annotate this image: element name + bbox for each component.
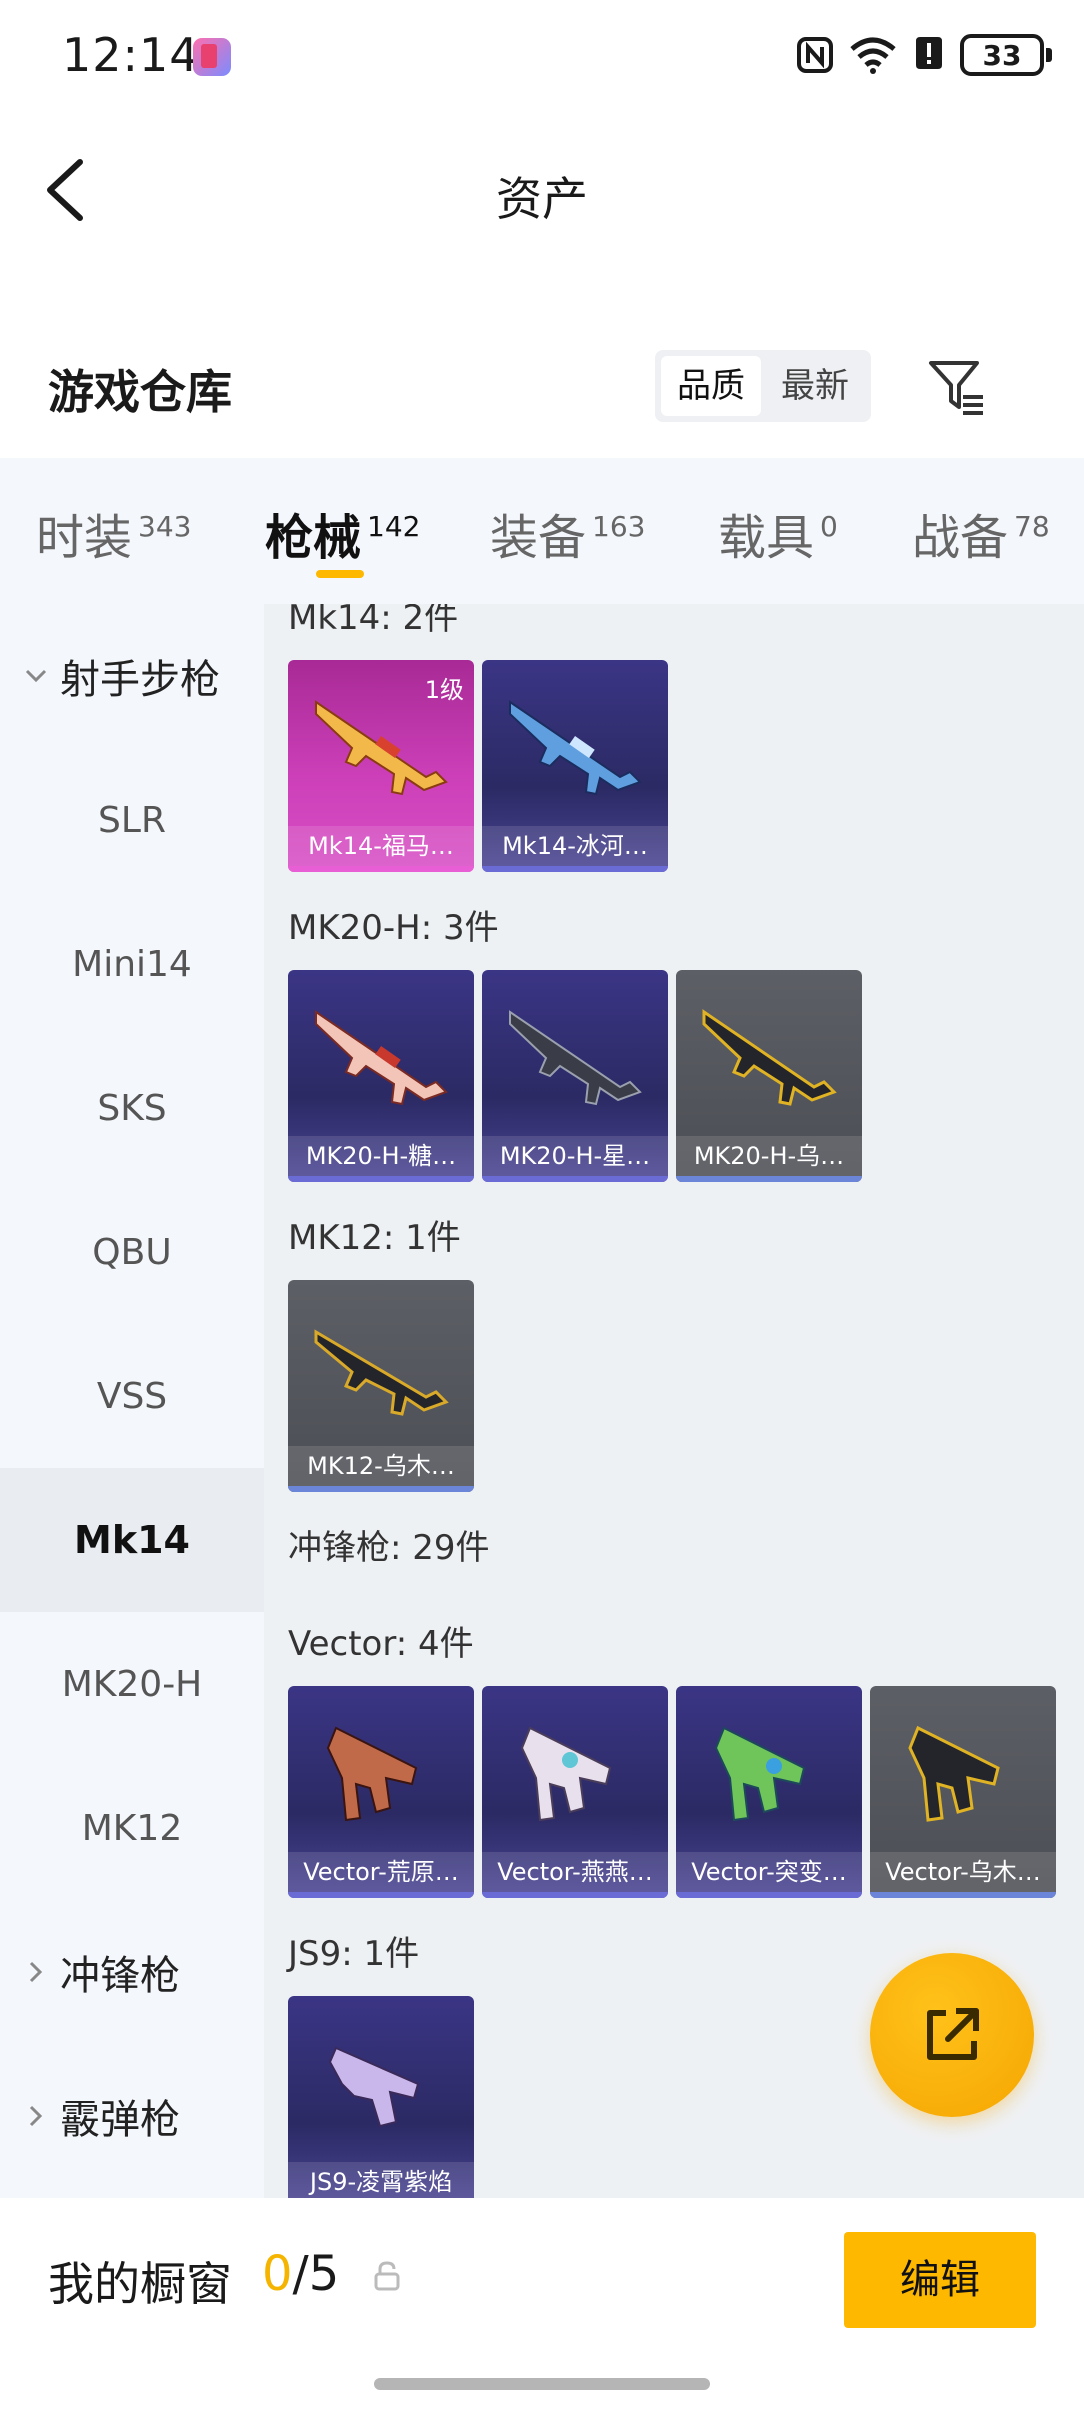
item-level-badge: 1级	[424, 676, 464, 704]
rifle-icon	[509, 1010, 642, 1106]
sort-newest-button[interactable]: 最新	[765, 356, 865, 416]
group-label-vector: Vector: 4件	[288, 1624, 474, 1664]
chevron-right-icon	[29, 2105, 43, 2127]
rarity-bar	[870, 1892, 1056, 1898]
status-icons: 33	[796, 30, 1052, 80]
rifle-icon	[314, 1329, 449, 1416]
rarity-bar	[676, 1176, 862, 1182]
warehouse-title: 游戏仓库	[48, 365, 232, 419]
item-name: Vector-荒原…	[288, 1852, 474, 1892]
rarity-bar	[482, 1892, 668, 1898]
group-label-mk14: Mk14: 2件	[288, 604, 459, 638]
app-notification-icon	[193, 38, 231, 76]
tab-guns[interactable]: 枪械 142	[265, 498, 420, 568]
category-tabs: 时装 343 枪械 142 装备 163 载具 0 战备 78	[0, 458, 1084, 604]
item-name: MK20-H-乌…	[676, 1136, 862, 1176]
rifle-icon	[315, 1010, 448, 1106]
filter-icon[interactable]	[925, 355, 989, 419]
item-name: Vector-突变…	[676, 1852, 862, 1892]
rifle-icon	[702, 1009, 837, 1106]
nfc-icon	[797, 37, 833, 73]
item-name: JS9-凌霄紫焰	[288, 2162, 474, 2198]
chevron-right-icon	[29, 1961, 43, 1983]
item-card[interactable]: MK12-乌木…	[288, 1280, 474, 1492]
tab-fashion[interactable]: 时装 343	[36, 498, 191, 568]
bottom-bar: 我的橱窗 0/5 编辑	[0, 2198, 1084, 2412]
smg-icon	[714, 1726, 806, 1822]
group-label-smg: 冲锋枪: 29件	[288, 1528, 490, 1568]
tab-equipment[interactable]: 装备 163	[490, 498, 645, 568]
sidebar-group-marksman[interactable]: 射手步枪	[0, 604, 264, 748]
rarity-bar	[288, 1176, 474, 1182]
alert-icon	[916, 37, 942, 69]
share-icon	[927, 2008, 979, 2060]
tab-vehicles[interactable]: 载具 0	[718, 498, 838, 568]
item-card[interactable]: Vector-乌木…	[870, 1686, 1056, 1898]
edit-button[interactable]: 编辑	[844, 2232, 1036, 2328]
item-card[interactable]: MK20-H-乌…	[676, 970, 862, 1182]
smg-icon	[908, 1725, 1000, 1822]
rarity-bar	[288, 1486, 474, 1492]
sidebar-group-shotgun[interactable]: 霰弹枪	[0, 2044, 264, 2188]
item-name: MK20-H-糖…	[288, 1136, 474, 1176]
sidebar-item-slr[interactable]: SLR	[0, 748, 264, 892]
group-label-js9: JS9: 1件	[288, 1934, 420, 1974]
showcase-count: 0/5	[262, 2246, 340, 2302]
chevron-down-icon	[25, 669, 47, 683]
item-card[interactable]: Vector-燕燕…	[482, 1686, 668, 1898]
item-card[interactable]: JS9-凌霄紫焰	[288, 1996, 474, 2198]
item-card[interactable]: Mk14-冰河…	[482, 660, 668, 872]
sidebar-group-smg[interactable]: 冲锋枪	[0, 1900, 264, 2044]
status-time: 12:14	[62, 28, 200, 82]
smg-icon	[326, 1726, 418, 1822]
sidebar-item-mk14[interactable]: Mk14	[0, 1468, 264, 1612]
item-name: MK12-乌木…	[288, 1446, 474, 1486]
sidebar-item-mini14[interactable]: Mini14	[0, 892, 264, 1036]
rarity-bar	[288, 866, 474, 872]
lock-icon	[374, 2261, 400, 2291]
sidebar-item-sks[interactable]: SKS	[0, 1036, 264, 1180]
rarity-bar	[482, 1176, 668, 1182]
sidebar-item-vss[interactable]: VSS	[0, 1324, 264, 1468]
group-label-mk12: MK12: 1件	[288, 1218, 461, 1258]
item-card[interactable]: 1级 Mk14-福马…	[288, 660, 474, 872]
wifi-icon	[850, 37, 896, 74]
sidebar: 射手步枪 SLR Mini14 SKS QBU VSS Mk14 MK20-H …	[0, 604, 264, 2198]
home-indicator[interactable]	[374, 2378, 710, 2390]
smg-icon	[328, 2046, 420, 2128]
group-label-mk20h: MK20-H: 3件	[288, 908, 499, 948]
status-bar: 12:14 33	[0, 0, 1084, 110]
item-name: Mk14-福马…	[288, 826, 474, 866]
rifle-icon	[509, 700, 642, 796]
sort-toggle: 品质 最新	[655, 350, 871, 422]
sidebar-item-qbu[interactable]: QBU	[0, 1180, 264, 1324]
smg-icon	[520, 1726, 612, 1822]
sidebar-item-mk20h[interactable]: MK20-H	[0, 1612, 264, 1756]
item-name: Vector-乌木…	[870, 1852, 1056, 1892]
tab-gear[interactable]: 战备 78	[912, 498, 1050, 568]
active-tab-indicator	[316, 570, 364, 578]
item-card[interactable]: MK20-H-星…	[482, 970, 668, 1182]
sort-quality-button[interactable]: 品质	[661, 356, 761, 416]
item-card[interactable]: Vector-突变…	[676, 1686, 862, 1898]
rarity-bar	[288, 1892, 474, 1898]
rarity-bar	[676, 1892, 862, 1898]
sidebar-item-mk12[interactable]: MK12	[0, 1756, 264, 1900]
share-button[interactable]	[870, 1953, 1034, 2117]
item-card[interactable]: MK20-H-糖…	[288, 970, 474, 1182]
item-card[interactable]: Vector-荒原…	[288, 1686, 474, 1898]
item-name: Vector-燕燕…	[482, 1852, 668, 1892]
item-name: Mk14-冰河…	[482, 826, 668, 866]
battery-indicator: 33	[960, 34, 1052, 76]
item-name: MK20-H-星…	[482, 1136, 668, 1176]
showcase-label: 我的橱窗	[48, 2257, 232, 2311]
rarity-bar	[482, 866, 668, 872]
page-title: 资产	[496, 172, 588, 226]
